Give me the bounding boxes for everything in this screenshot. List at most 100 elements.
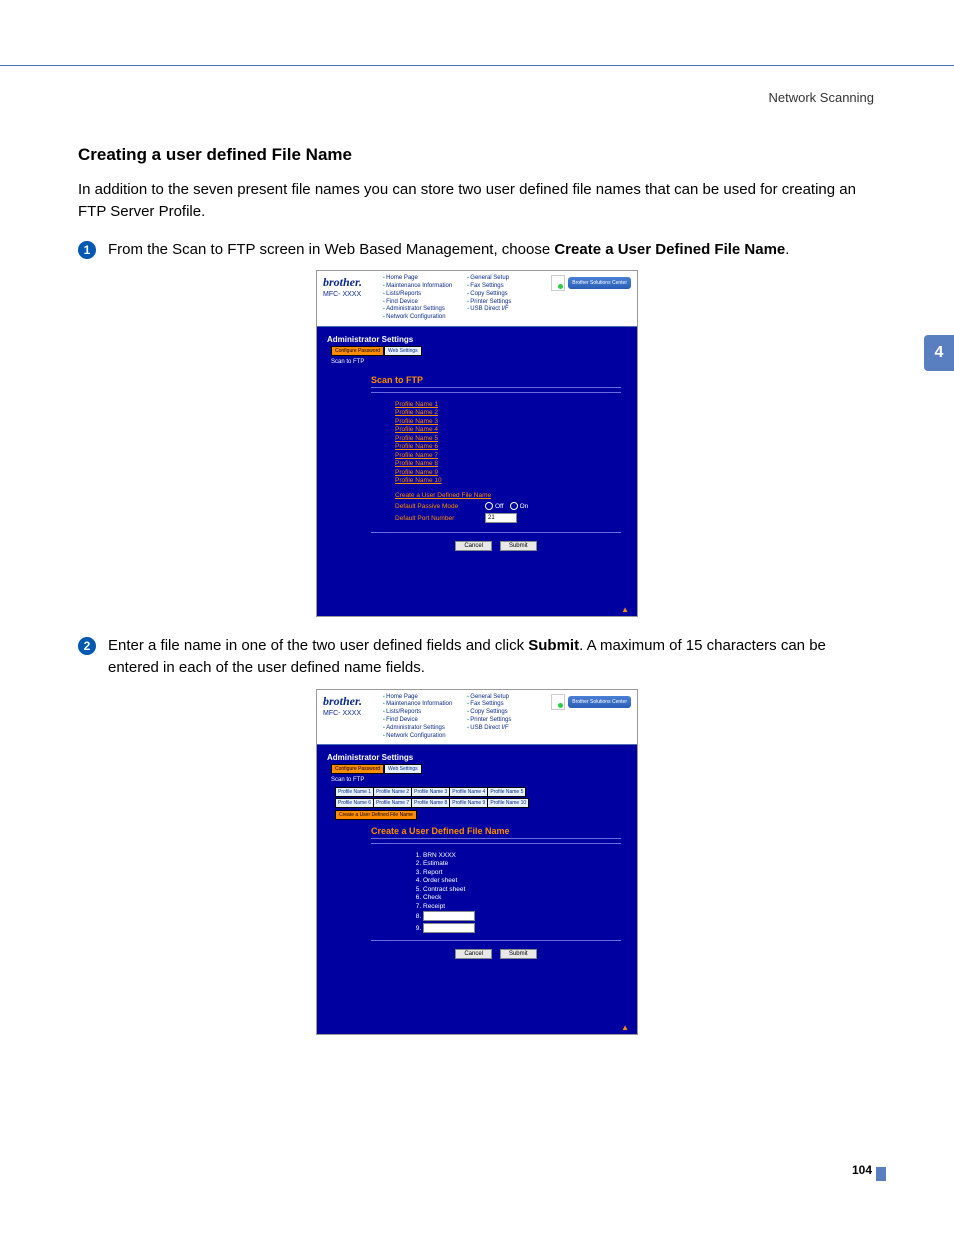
admin-settings-heading: Administrator Settings — [327, 335, 621, 344]
step-1-bold: Create a User Defined File Name — [554, 241, 785, 258]
user-defined-input-9[interactable] — [423, 923, 475, 933]
file-name-item: Check — [423, 894, 621, 901]
profile-tab[interactable]: Profile Name 5 — [487, 787, 526, 797]
nav-col-right: General Setup Fax Settings Copy Settings… — [467, 694, 551, 741]
profile-tab[interactable]: Profile Name 7 — [373, 798, 412, 808]
model-label: MFC- XXXX — [323, 291, 383, 298]
doc-check-icon — [551, 275, 565, 291]
profile-tab[interactable]: Profile Name 9 — [449, 798, 488, 808]
breadcrumb-web-settings[interactable]: Web Settings — [384, 346, 422, 356]
nav-copy-settings[interactable]: Copy Settings — [467, 709, 551, 717]
screenshot-create-file-name: brother. MFC- XXXX Home Page Maintenance… — [316, 689, 638, 1036]
nav-find-device[interactable]: Find Device — [383, 299, 467, 307]
profile-panel: Profile Name 1 Profile Name 2 Profile Na… — [371, 392, 621, 533]
nav-general-setup[interactable]: General Setup — [467, 275, 551, 283]
file-name-input-row — [423, 923, 621, 933]
screenshot-header: brother. MFC- XXXX Home Page Maintenance… — [317, 690, 637, 746]
breadcrumb-scan-to-ftp[interactable]: Scan to FTP — [331, 777, 364, 783]
nav-copy-settings[interactable]: Copy Settings — [467, 291, 551, 299]
profile-tab[interactable]: Profile Name 3 — [411, 787, 450, 797]
profile-link[interactable]: Profile Name 7 — [395, 452, 621, 459]
create-user-defined-tab[interactable]: Create a User Defined File Name — [335, 810, 417, 820]
breadcrumb: Configure PasswordWeb Settings — [331, 764, 621, 774]
user-defined-input-8[interactable] — [423, 911, 475, 921]
nav-usb-direct[interactable]: USB Direct I/F — [467, 725, 551, 733]
profile-link[interactable]: Profile Name 9 — [395, 469, 621, 476]
nav-lists[interactable]: Lists/Reports — [383, 709, 467, 717]
nav-col-left: Home Page Maintenance Information Lists/… — [383, 694, 467, 741]
profile-link[interactable]: Profile Name 4 — [395, 426, 621, 433]
page-root: Network Scanning 4 Creating a user defin… — [0, 0, 954, 1235]
profile-tab[interactable]: Profile Name 6 — [335, 798, 374, 808]
port-number-row: Default Port Number 21 — [395, 513, 621, 523]
admin-settings-heading: Administrator Settings — [327, 753, 621, 762]
breadcrumb-configure-password[interactable]: Configure Password — [331, 764, 384, 774]
step-number-icon: 2 — [78, 637, 96, 655]
brother-logo: brother. — [323, 694, 383, 709]
profile-link[interactable]: Profile Name 3 — [395, 418, 621, 425]
profile-tab[interactable]: Profile Name 1 — [335, 787, 374, 797]
nav-usb-direct[interactable]: USB Direct I/F — [467, 306, 551, 314]
submit-button[interactable]: Submit — [500, 949, 537, 959]
passive-off-radio[interactable]: Off — [485, 502, 504, 510]
profile-tab[interactable]: Profile Name 2 — [373, 787, 412, 797]
nav-maintenance[interactable]: Maintenance Information — [383, 283, 467, 291]
top-rule — [0, 65, 954, 66]
profile-link[interactable]: Profile Name 8 — [395, 460, 621, 467]
nav-fax-settings[interactable]: Fax Settings — [467, 701, 551, 709]
step-1: 1 From the Scan to FTP screen in Web Bas… — [78, 239, 876, 261]
profile-link[interactable]: Profile Name 5 — [395, 435, 621, 442]
file-name-panel: BRN XXXX Estimate Report Order sheet Con… — [371, 843, 621, 941]
cancel-button[interactable]: Cancel — [455, 541, 492, 551]
breadcrumb-web-settings[interactable]: Web Settings — [384, 764, 422, 774]
nav-network-config[interactable]: Network Configuration — [383, 733, 467, 741]
port-number-input[interactable]: 21 — [485, 513, 517, 523]
nav-home[interactable]: Home Page — [383, 694, 467, 702]
profile-link[interactable]: Profile Name 1 — [395, 401, 621, 408]
nav-admin-settings[interactable]: Administrator Settings — [383, 306, 467, 314]
profile-tab[interactable]: Profile Name 4 — [449, 787, 488, 797]
profile-tab[interactable]: Profile Name 8 — [411, 798, 450, 808]
breadcrumb: Configure PasswordWeb Settings — [331, 346, 621, 356]
bsc-button[interactable]: Brother Solutions Center — [568, 696, 631, 708]
scroll-top-icon[interactable]: ▲ — [317, 603, 637, 616]
breadcrumb-configure-password[interactable]: Configure Password — [331, 346, 384, 356]
profile-link[interactable]: Profile Name 6 — [395, 443, 621, 450]
profile-tabs-row-2: Profile Name 6Profile Name 7Profile Name… — [335, 798, 621, 808]
nav-fax-settings[interactable]: Fax Settings — [467, 283, 551, 291]
nav-printer-settings[interactable]: Printer Settings — [467, 717, 551, 725]
nav-network-config[interactable]: Network Configuration — [383, 314, 467, 322]
nav-printer-settings[interactable]: Printer Settings — [467, 299, 551, 307]
profile-tab[interactable]: Profile Name 10 — [487, 798, 529, 808]
intro-paragraph: In addition to the seven present file na… — [78, 179, 876, 223]
nav-lists[interactable]: Lists/Reports — [383, 291, 467, 299]
nav-home[interactable]: Home Page — [383, 275, 467, 283]
create-file-name-title: Create a User Defined File Name — [371, 826, 621, 839]
scroll-top-icon[interactable]: ▲ — [317, 1021, 637, 1034]
step-1-post: . — [785, 241, 789, 258]
profile-link[interactable]: Profile Name 10 — [395, 477, 621, 484]
nav-find-device[interactable]: Find Device — [383, 717, 467, 725]
doc-check-icon — [551, 694, 565, 710]
brand-block: brother. MFC- XXXX — [323, 275, 383, 298]
file-name-item: Contract sheet — [423, 886, 621, 893]
nav-admin-settings[interactable]: Administrator Settings — [383, 725, 467, 733]
section-heading: Creating a user defined File Name — [78, 145, 876, 165]
create-user-defined-link[interactable]: Create a User Defined File Name — [395, 492, 621, 499]
nav-maintenance[interactable]: Maintenance Information — [383, 701, 467, 709]
passive-on-radio[interactable]: On — [510, 502, 529, 510]
passive-mode-row: Default Passive Mode Off On — [395, 502, 621, 510]
step-1-pre: From the Scan to FTP screen in Web Based… — [108, 241, 554, 258]
cancel-button[interactable]: Cancel — [455, 949, 492, 959]
page-accent — [876, 1167, 886, 1181]
scan-to-ftp-title: Scan to FTP — [371, 375, 621, 388]
breadcrumb-scan-to-ftp[interactable]: Scan to FTP — [331, 359, 364, 365]
file-name-item: Estimate — [423, 860, 621, 867]
page-number: 104 — [852, 1163, 872, 1177]
bsc-button[interactable]: Brother Solutions Center — [568, 277, 631, 289]
submit-button[interactable]: Submit — [500, 541, 537, 551]
model-label: MFC- XXXX — [323, 710, 383, 717]
profile-link[interactable]: Profile Name 2 — [395, 409, 621, 416]
bsc-block: Brother Solutions Center — [551, 275, 631, 291]
nav-general-setup[interactable]: General Setup — [467, 694, 551, 702]
